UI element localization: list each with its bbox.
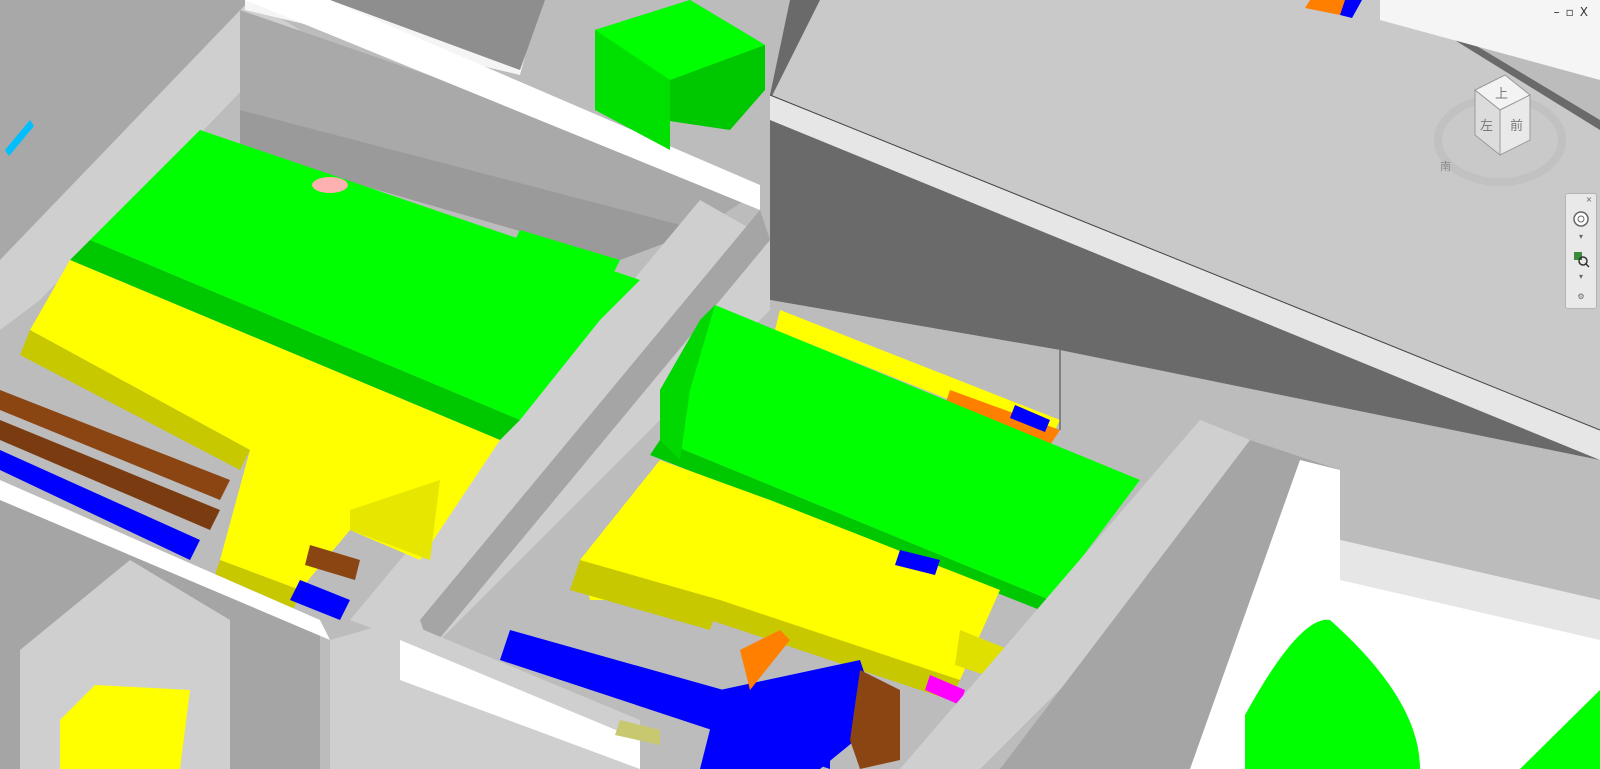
zoom-icon[interactable] [1570, 248, 1592, 270]
navigation-bar: × ▾ ▾ ⚙ [1565, 193, 1597, 309]
viewcube-front-label: 前 [1510, 118, 1523, 134]
3d-viewport[interactable]: – ▫ X 上 左 前 南 × ▾ ▾ ⚙ [0, 0, 1600, 769]
viewcube-left-label: 左 [1480, 119, 1493, 134]
viewcube[interactable]: 上 左 前 南 [1420, 70, 1580, 190]
bim-model-scene [0, 0, 1600, 769]
minimize-icon[interactable]: – [1554, 6, 1560, 18]
close-icon[interactable]: X [1580, 6, 1588, 18]
compass-south-label: 南 [1440, 160, 1451, 173]
window-controls: – ▫ X [1554, 6, 1588, 18]
customize-icon[interactable]: ⚙ [1576, 292, 1586, 302]
navbar-close-icon[interactable]: × [1584, 195, 1594, 205]
steering-wheel-icon[interactable] [1570, 208, 1592, 230]
viewcube-top-label: 上 [1495, 87, 1508, 102]
restore-icon[interactable]: ▫ [1566, 6, 1574, 18]
chevron-down-icon[interactable]: ▾ [1576, 272, 1586, 282]
chevron-down-icon[interactable]: ▾ [1576, 232, 1586, 242]
fitting-pink [312, 177, 348, 193]
